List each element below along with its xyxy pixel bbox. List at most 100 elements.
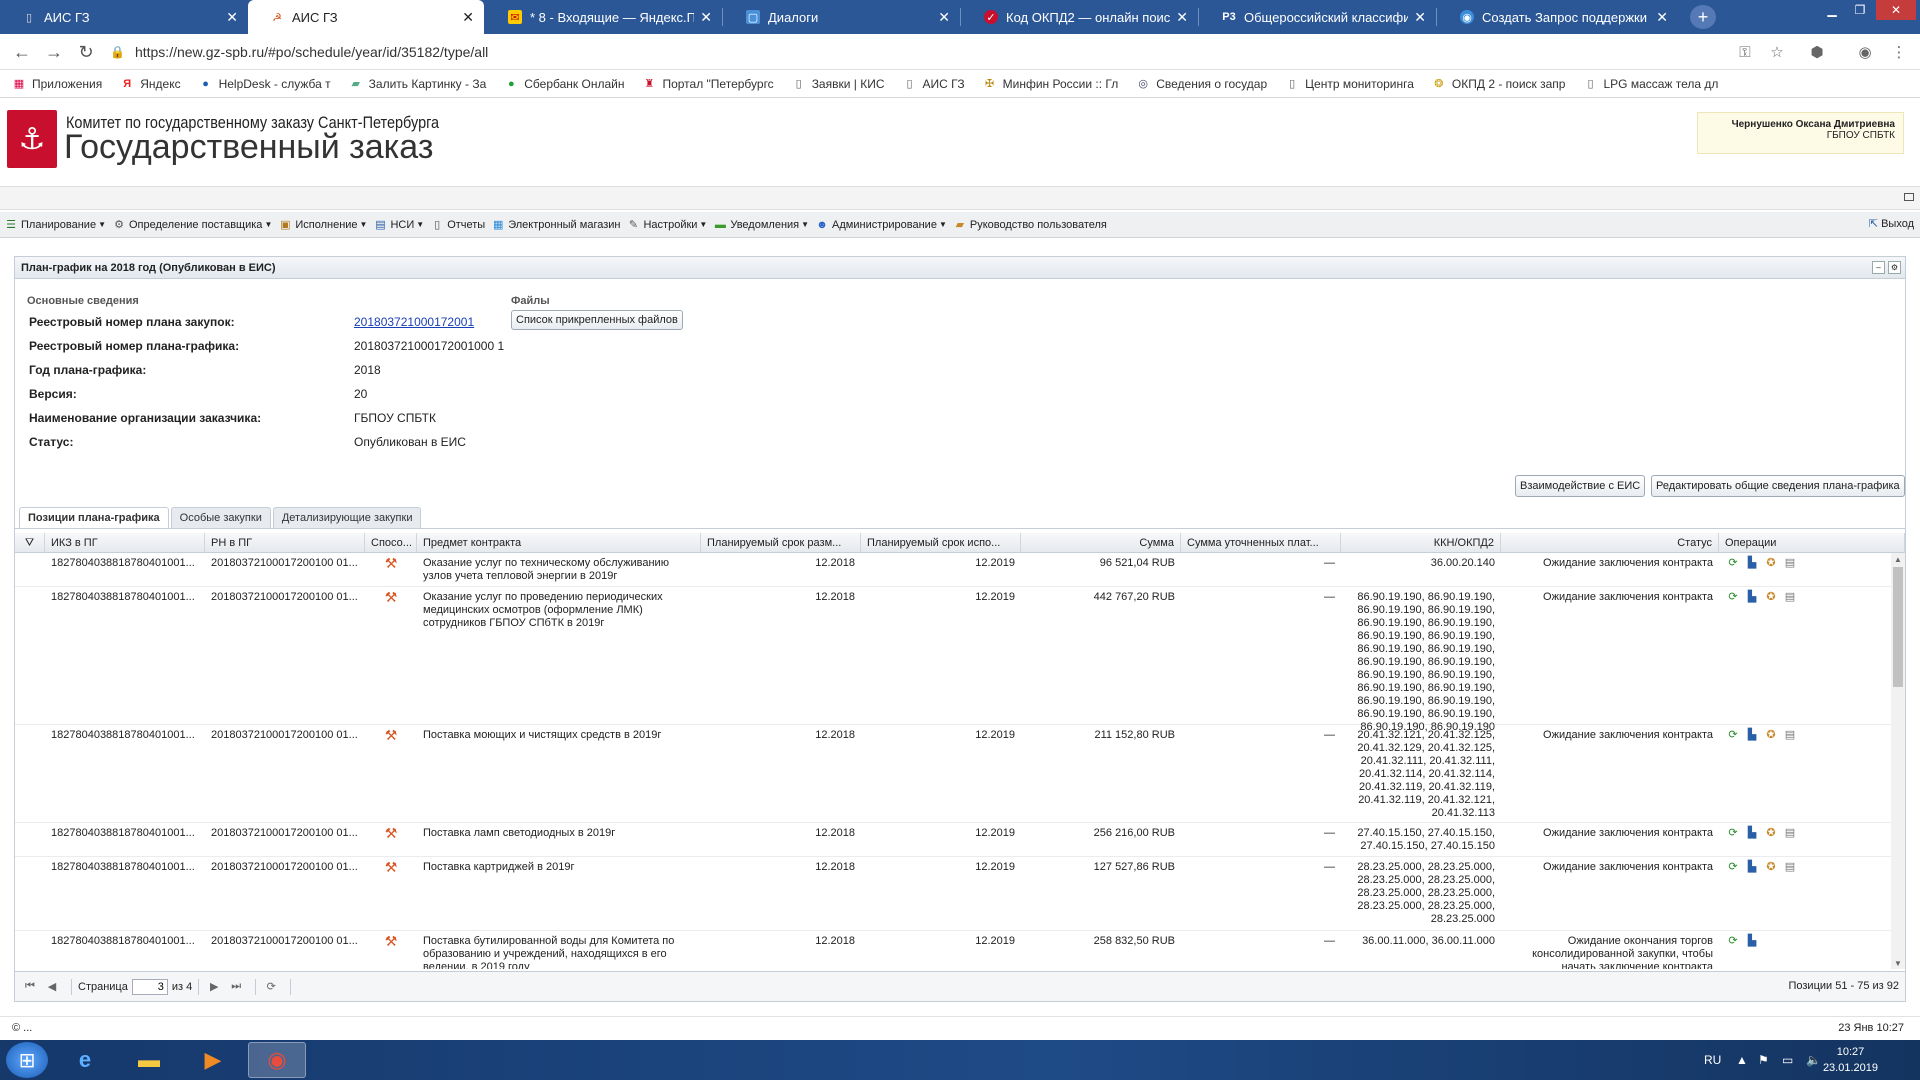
menu-shop[interactable]: ▦ Электронный магазин [491,218,620,232]
bookmark-item[interactable]: ● HelpDesk - служба т [199,77,330,91]
column-header[interactable]: ККН/ОКПД2 [1341,533,1501,553]
forward-icon[interactable]: → [44,42,64,62]
table-row[interactable]: 1827804038818780401001... 20180372100017… [15,553,1891,587]
windows-start-icon[interactable]: ⊞ [6,1042,48,1078]
key-icon[interactable]: ⚿ [1736,43,1754,61]
network-icon[interactable]: ▭ [1782,1040,1793,1080]
refresh-icon[interactable]: ⟳ [1725,825,1741,841]
back-icon[interactable]: ← [12,42,32,62]
bookmark-item[interactable]: ▯ Заявки | КИС [792,77,885,91]
table-row[interactable]: 1827804038818780401001... 20180372100017… [15,823,1891,857]
collapse-header-button[interactable] [1904,193,1914,201]
attached-files-button[interactable]: Список прикрепленных файлов [511,310,683,330]
browser-tab-active[interactable]: ☭ АИС ГЗ ✕ [248,0,484,34]
refresh-icon[interactable]: ⟳ [1725,589,1741,605]
browser-tab[interactable]: ▢ Диалоги ✕ [724,0,960,34]
menu-reports[interactable]: ▯ Отчеты [430,218,485,232]
close-icon[interactable]: ✕ [1414,9,1426,26]
chrome-icon[interactable]: ◉ [248,1042,306,1078]
chart-icon[interactable]: ▙ [1744,933,1760,949]
tab-detailed[interactable]: Детализирующие закупки [272,507,422,528]
medal-icon[interactable]: ✪ [1763,727,1779,743]
refresh-icon[interactable]: ⟳ [1725,859,1741,875]
menu-notifications[interactable]: ▬ Уведомления ▼ [713,218,809,232]
table-row[interactable]: 1827804038818780401001... 20180372100017… [15,931,1891,970]
browser-tab[interactable]: ◉ Создать Запрос поддержки - А ✕ [1438,0,1678,34]
refresh-icon[interactable]: ⟳ [262,978,280,996]
volume-icon[interactable]: 🔈 [1806,1040,1821,1080]
extension-icon[interactable]: ⬢ [1808,43,1826,61]
refresh-icon[interactable]: ⟳ [1725,555,1741,571]
eis-interaction-button[interactable]: Взаимодействие с ЕИС [1515,475,1646,497]
prev-page-icon[interactable]: ◀ [43,978,61,996]
file-explorer-icon[interactable]: ▬ [120,1042,178,1078]
edit-schedule-button[interactable]: Редактировать общие сведения плана-графи… [1651,475,1905,497]
close-window-icon[interactable]: ✕ [1876,0,1916,20]
menu-planning[interactable]: ☰ Планирование ▼ [4,218,106,232]
plan-number-link[interactable]: 201803721000172001 [354,315,474,329]
column-header[interactable]: Предмет контракта [417,533,701,553]
address-bar[interactable]: 🔒 https://new.gz-spb.ru/#po/schedule/yea… [110,38,1790,66]
new-tab-button[interactable]: + [1690,5,1716,29]
close-icon[interactable]: ✕ [462,9,474,26]
system-clock[interactable]: 10:27 23.01.2019 [1823,1044,1878,1076]
column-header[interactable]: Статус [1501,533,1719,553]
menu-settings[interactable]: ✎ Настройки ▼ [626,218,707,232]
reload-icon[interactable]: ↻ [76,42,96,62]
browser-tab[interactable]: ▯ АИС ГЗ ✕ [0,0,248,34]
bookmark-item[interactable]: ❂ ОКПД 2 - поиск запр [1432,77,1565,91]
column-header[interactable]: Сумма уточненных плат... [1181,533,1341,553]
browser-tab[interactable]: ✉ * 8 - Входящие — Яндекс.Почта ✕ [486,0,722,34]
chart-icon[interactable]: ▙ [1744,859,1760,875]
scroll-up-icon[interactable]: ▲ [1891,553,1905,565]
bookmark-item[interactable]: ♜ Портал "Петербургс [642,77,774,91]
refresh-icon[interactable]: ⟳ [1725,933,1741,949]
document-icon[interactable]: ▤ [1782,589,1798,605]
panel-settings-icon[interactable]: ⚙ [1888,261,1901,274]
scrollbar-thumb[interactable] [1893,567,1903,687]
menu-supplier[interactable]: ⚙ Определение поставщика ▼ [112,218,272,232]
chart-icon[interactable]: ▙ [1744,825,1760,841]
tray-expand-icon[interactable]: ▲ [1736,1040,1748,1080]
column-header[interactable]: Сумма [1021,533,1181,553]
medal-icon[interactable]: ✪ [1763,859,1779,875]
table-row[interactable]: 1827804038818780401001... 20180372100017… [15,587,1891,733]
browser-tab[interactable]: ✓ Код ОКПД2 — онлайн поиск по ✕ [962,0,1198,34]
medal-icon[interactable]: ✪ [1763,825,1779,841]
bookmark-item[interactable]: ◎ Сведения о государ [1136,77,1267,91]
next-page-icon[interactable]: ▶ [205,978,223,996]
medal-icon[interactable]: ✪ [1763,589,1779,605]
medal-icon[interactable]: ✪ [1763,555,1779,571]
flag-icon[interactable]: ⚑ [1758,1040,1769,1080]
refresh-icon[interactable]: ⟳ [1725,727,1741,743]
column-header[interactable]: Операции [1719,533,1905,553]
column-header[interactable]: ИКЗ в ПГ [45,533,205,553]
last-page-icon[interactable]: ⏭ [227,978,245,996]
grid-scrollbar[interactable]: ▲ ▼ [1891,553,1905,969]
profile-icon[interactable]: ◉ [1856,43,1874,61]
filter-icon[interactable]: ⛛ [15,533,45,553]
menu-admin[interactable]: ☻ Администрирование ▼ [815,218,947,232]
bookmark-item[interactable]: ▰ Залить Картинку - За [349,77,486,91]
restore-icon[interactable]: ❐ [1846,0,1874,20]
tab-positions[interactable]: Позиции плана-графика [19,507,169,528]
column-header[interactable]: РН в ПГ [205,533,365,553]
minimize-icon[interactable]: ▁ [1818,0,1846,20]
menu-manual[interactable]: ▰ Руководство пользователя [953,218,1107,232]
bookmark-item[interactable]: ▯ АИС ГЗ [903,77,964,91]
bookmark-item[interactable]: ▯ Центр мониторинга [1285,77,1414,91]
logout-button[interactable]: ⇱ Выход [1869,217,1914,231]
table-row[interactable]: 1827804038818780401001... 20180372100017… [15,857,1891,931]
scroll-down-icon[interactable]: ▼ [1891,957,1905,969]
table-row[interactable]: 1827804038818780401001... 20180372100017… [15,725,1891,823]
bookmark-item[interactable]: ▦ Приложения [12,77,102,91]
first-page-icon[interactable]: ⏮ [21,978,39,996]
document-icon[interactable]: ▤ [1782,825,1798,841]
column-header[interactable]: Планируемый срок испо... [861,533,1021,553]
bookmark-item[interactable]: ▯ LPG массаж тела дл [1583,77,1718,91]
column-header[interactable]: Спосо... [365,533,417,553]
bookmark-item[interactable]: Я Яндекс [120,77,180,91]
browser-tab[interactable]: P3 Общероссийский классификато ✕ [1200,0,1436,34]
document-icon[interactable]: ▤ [1782,859,1798,875]
close-icon[interactable]: ✕ [700,9,712,26]
